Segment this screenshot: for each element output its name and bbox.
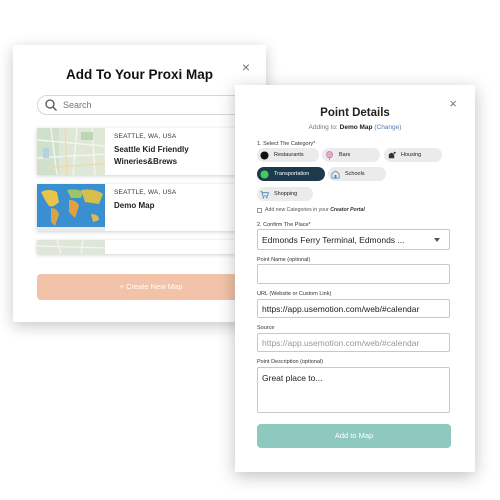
category-label: 1. Select The Category*	[257, 141, 316, 147]
chevron-down-icon	[434, 237, 440, 242]
close-icon[interactable]: ×	[242, 60, 250, 74]
description-field[interactable]: Great place to...	[257, 367, 450, 413]
modal-title: Add To Your Proxi Map	[65, 67, 213, 82]
adding-map-name: Demo Map	[339, 124, 373, 131]
search-input[interactable]	[63, 100, 263, 110]
map-card-demo-map[interactable]: SEATTLE, WA, USA Demo Map	[37, 184, 247, 231]
modal-title: Point Details	[320, 107, 390, 119]
create-new-map-button[interactable]: + Create New Map	[37, 274, 265, 300]
add-to-map-button[interactable]: Add to Map	[257, 424, 451, 448]
map-name-line1: Seattle Kid Friendly	[114, 145, 189, 154]
source-label: Source	[257, 325, 275, 331]
restaurant-dot-icon	[260, 150, 269, 160]
adding-to-text: Adding to: Demo Map (Change)	[235, 124, 475, 131]
chip-label: Schools	[345, 171, 365, 177]
point-name-field[interactable]	[257, 264, 450, 284]
chip-label: Transportation	[274, 171, 310, 177]
map-card-partial[interactable]	[37, 240, 247, 254]
add-to-map-modal: Add To Your Proxi Map × SEATTLE, WA, USA…	[13, 45, 277, 322]
map-name: Demo Map	[114, 201, 155, 210]
school-icon	[331, 169, 340, 178]
change-link[interactable]: Change	[377, 124, 400, 131]
point-details-modal: × Point Details Adding to: Demo Map (Cha…	[235, 85, 475, 472]
add-categories-text: Add new Categories in your	[265, 207, 329, 213]
url-label: URL (Website or Custom Link)	[257, 291, 332, 297]
map-card-seattle-kid-friendly[interactable]: SEATTLE, WA, USA Seattle Kid Friendly Wi…	[37, 128, 247, 175]
map-thumbnail	[37, 128, 105, 175]
category-chip-schools[interactable]: Schools	[328, 167, 386, 181]
map-name-line2: Wineries&Brews	[114, 157, 178, 166]
chip-label: Shopping	[274, 191, 298, 197]
point-name-label: Point Name (optional)	[257, 257, 311, 263]
housing-icon	[388, 151, 396, 158]
place-value: Edmonds Ferry Terminal, Edmonds ...	[262, 234, 405, 245]
change-paren-close: )	[399, 124, 402, 131]
category-chip-bars[interactable]: Bars	[322, 148, 380, 162]
url-value: https://app.usemotion.com/web/#calendar	[262, 303, 420, 314]
add-categories-row: Add new Categories in your Creator Porta…	[257, 207, 365, 213]
map-location: SEATTLE, WA, USA	[114, 133, 177, 140]
category-chip-housing[interactable]: Housing	[384, 148, 442, 162]
search-icon	[45, 99, 57, 111]
add-categories-checkbox[interactable]	[257, 207, 262, 213]
place-label: 2. Confirm The Place*	[257, 222, 311, 228]
source-field[interactable]: https://app.usemotion.com/web/#calendar	[257, 333, 450, 352]
transport-dot-icon	[260, 169, 269, 179]
category-chip-shopping[interactable]: Shopping	[257, 187, 313, 201]
category-chip-restaurants[interactable]: Restaurants	[257, 148, 319, 162]
chip-label: Restaurants	[274, 152, 304, 158]
category-chip-transportation[interactable]: Transportation	[257, 167, 325, 181]
map-thumbnail	[37, 240, 105, 254]
map-name: Seattle Kid Friendly Wineries&Brews	[114, 144, 189, 168]
cart-icon	[260, 190, 269, 198]
adding-prefix: Adding to:	[308, 124, 338, 131]
world-map-thumbnail	[37, 184, 105, 231]
source-placeholder: https://app.usemotion.com/web/#calendar	[262, 337, 420, 348]
creator-portal-link[interactable]: Creator Portal	[330, 207, 365, 213]
place-select[interactable]: Edmonds Ferry Terminal, Edmonds ...	[257, 229, 450, 250]
map-location: SEATTLE, WA, USA	[114, 189, 177, 196]
chip-label: Housing	[401, 152, 422, 158]
chip-label: Bars	[339, 152, 351, 158]
url-field[interactable]: https://app.usemotion.com/web/#calendar	[257, 299, 450, 318]
balloon-icon	[326, 150, 333, 160]
description-label: Point Description (optional)	[257, 359, 324, 365]
description-value: Great place to...	[262, 373, 323, 383]
